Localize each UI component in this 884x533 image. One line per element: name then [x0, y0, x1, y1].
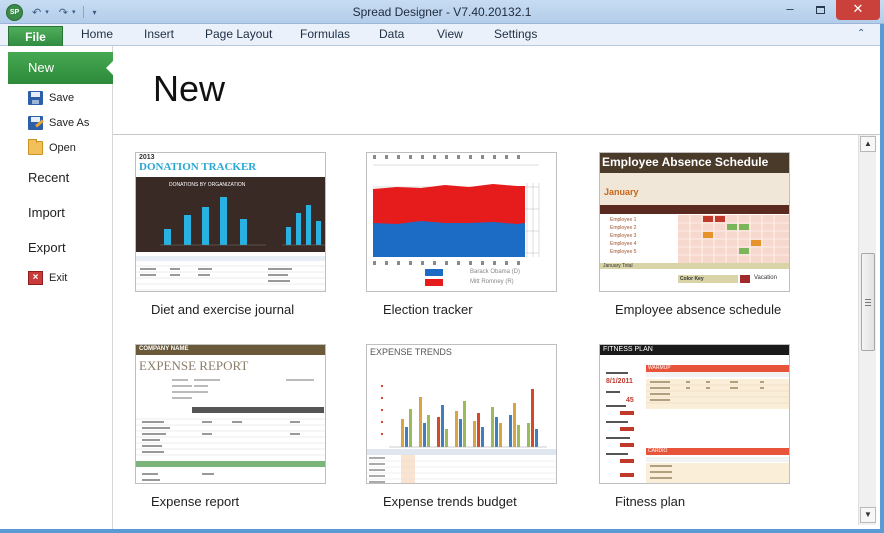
template-thumbnail: EXPENSE TRENDS: [366, 344, 557, 484]
page-title: New: [153, 68, 226, 109]
nav-recent[interactable]: Recent: [28, 170, 69, 185]
thumb-employee-list: Employee 1 Employee 2 Employee 3 Employe…: [610, 216, 636, 256]
tab-formulas[interactable]: Formulas: [300, 27, 350, 41]
thumb-legend-dem: Barack Obama (D): [470, 269, 521, 275]
template-thumbnail: Employee Absence Schedule January Employ…: [599, 152, 790, 292]
exit-icon: ×: [28, 271, 43, 285]
backstage-view: New Save Save As Open Recent Import Expo…: [0, 46, 880, 529]
scroll-grip: [865, 299, 871, 300]
thumb-employee: Employee 4: [610, 241, 637, 247]
template-thumbnail: FITNESS PLAN 8/1/2011 45 WARMUP CARDIO: [599, 344, 790, 484]
window-title: Spread Designer - V7.40.20132.1: [352, 5, 532, 19]
template-diet-exercise[interactable]: 2013 DONATION TRACKER DONATIONS BY ORGAN…: [135, 152, 335, 322]
thumb-month: January: [604, 187, 639, 197]
template-expense-report[interactable]: COMPANY NAME EXPENSE REPORT Expense repo…: [135, 344, 335, 514]
thumb-company: COMPANY NAME: [139, 346, 189, 352]
nav-open[interactable]: Open: [28, 139, 76, 157]
nav-exit[interactable]: × Exit: [28, 269, 67, 287]
template-label: Election tracker: [383, 302, 473, 317]
scroll-up-icon[interactable]: ▲: [860, 136, 876, 152]
tab-view[interactable]: View: [437, 27, 463, 41]
template-fitness-plan[interactable]: FITNESS PLAN 8/1/2011 45 WARMUP CARDIO F…: [599, 344, 799, 514]
thumb-vacation: Vacation: [754, 275, 777, 281]
minimize-button[interactable]: –: [775, 0, 805, 20]
title-bar: SP ↶ ▾ ↷ ▾ ▾ Spread Designer - V7.40.20132…: [0, 0, 884, 24]
thumb-fitness-grid: [606, 372, 789, 483]
nav-open-label: Open: [49, 142, 76, 154]
thumb-bar-chart: [160, 197, 325, 246]
thumb-title: Employee Absence Schedule: [602, 155, 769, 169]
thumb-employee: Employee 5: [610, 249, 637, 255]
nav-exit-label: Exit: [49, 272, 68, 284]
template-label: Fitness plan: [615, 494, 686, 509]
open-folder-icon: [28, 139, 43, 155]
template-thumbnail: Barack Obama (D) Mitt Romney (R): [366, 152, 557, 292]
nav-export[interactable]: Export: [28, 240, 66, 255]
maximize-icon: [815, 5, 825, 14]
thumb-title: DONATION TRACKER: [139, 161, 257, 173]
scroll-grip: [865, 305, 871, 306]
nav-save-label: Save: [49, 92, 75, 104]
thumb-title: EXPENSE REPORT: [139, 358, 249, 373]
ribbon-collapse-icon[interactable]: ⌃: [857, 28, 865, 39]
thumb-total: January Total: [603, 263, 633, 269]
thumb-table: [136, 256, 325, 291]
nav-save[interactable]: Save: [28, 89, 74, 107]
tab-settings[interactable]: Settings: [494, 27, 537, 41]
save-icon: [28, 91, 43, 105]
ribbon-tab-bar: File Home Insert Page Layout Formulas Da…: [0, 24, 884, 47]
thumb-employee: Employee 1: [610, 217, 637, 223]
close-button[interactable]: ✕: [836, 0, 880, 20]
template-thumbnail: 2013 DONATION TRACKER DONATIONS BY ORGAN…: [135, 152, 326, 292]
template-label: Expense trends budget: [383, 494, 517, 509]
template-expense-trends[interactable]: EXPENSE TRENDS Expense trends budget: [366, 344, 566, 514]
template-election-tracker[interactable]: Barack Obama (D) Mitt Romney (R) Electio…: [366, 152, 566, 322]
thumb-legend-rep: Mitt Romney (R): [470, 279, 514, 285]
vertical-scrollbar[interactable]: ▲ ▼: [858, 135, 876, 525]
thumb-year: 2013: [139, 154, 155, 161]
nav-new[interactable]: New: [8, 52, 114, 84]
scroll-down-icon[interactable]: ▼: [860, 507, 876, 523]
thumb-employee: Employee 2: [610, 225, 637, 231]
thumb-title: EXPENSE TRENDS: [370, 347, 452, 357]
nav-save-as[interactable]: Save As: [28, 114, 89, 132]
template-label: Expense report: [151, 494, 240, 509]
thumb-employee: Employee 3: [610, 233, 637, 239]
thumb-color-key: Color Key: [680, 276, 704, 282]
tab-file[interactable]: File: [8, 26, 63, 47]
tab-home[interactable]: Home: [81, 27, 113, 41]
template-thumbnail: COMPANY NAME EXPENSE REPORT: [135, 344, 326, 484]
scroll-thumb[interactable]: [861, 253, 875, 351]
tab-page-layout[interactable]: Page Layout: [205, 27, 272, 41]
thumb-form: [136, 379, 325, 481]
nav-save-as-label: Save As: [49, 117, 90, 129]
scroll-grip: [865, 302, 871, 303]
tab-data[interactable]: Data: [379, 27, 404, 41]
tab-insert[interactable]: Insert: [144, 27, 174, 41]
nav-import[interactable]: Import: [28, 205, 65, 220]
backstage-nav: New Save Save As Open Recent Import Expo…: [0, 46, 114, 529]
template-employee-absence[interactable]: Employee Absence Schedule January Employ…: [599, 152, 799, 322]
window-frame-bottom: [0, 529, 884, 533]
backstage-main: New 2013 DONATION TRACKER DONATIONS BY O…: [113, 46, 880, 529]
save-as-icon: [28, 116, 43, 130]
thumb-area-chart: [373, 155, 540, 286]
template-label: Diet and exercise journal: [151, 302, 295, 317]
thumb-column-chart: [367, 385, 556, 483]
template-gallery: 2013 DONATION TRACKER DONATIONS BY ORGAN…: [113, 135, 858, 529]
maximize-button[interactable]: [805, 0, 835, 20]
window-frame-right: [880, 24, 884, 533]
template-label: Employee absence schedule: [615, 302, 782, 317]
